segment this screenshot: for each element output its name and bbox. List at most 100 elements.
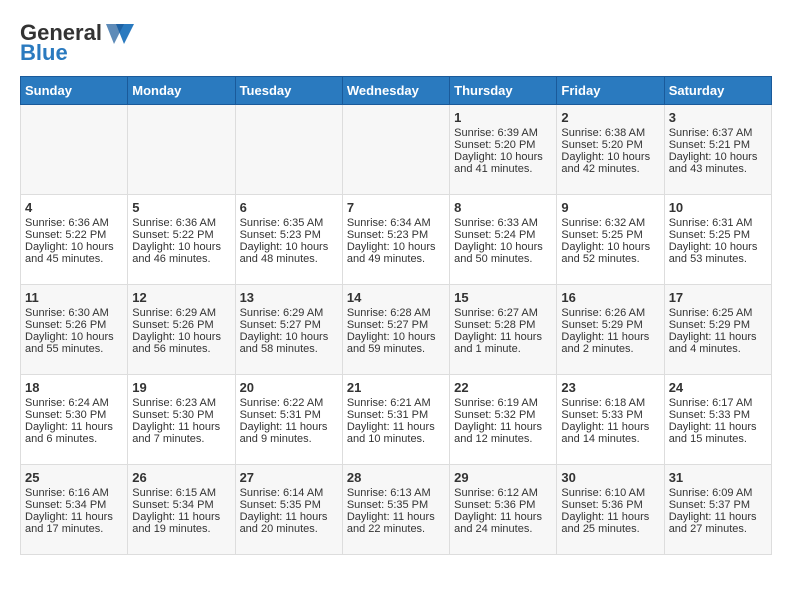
day-number: 31: [669, 470, 767, 485]
day-info: Daylight: 11 hours: [454, 331, 552, 343]
day-info: Sunset: 5:29 PM: [561, 319, 659, 331]
weekday-header-tuesday: Tuesday: [235, 77, 342, 105]
day-info: Sunset: 5:28 PM: [454, 319, 552, 331]
page-header: General Blue: [20, 20, 772, 66]
day-info: and 15 minutes.: [669, 433, 767, 445]
calendar-cell: 30Sunrise: 6:10 AMSunset: 5:36 PMDayligh…: [557, 465, 664, 555]
calendar-cell: 7Sunrise: 6:34 AMSunset: 5:23 PMDaylight…: [342, 195, 449, 285]
logo-blue-text: Blue: [20, 40, 68, 66]
day-info: Sunset: 5:20 PM: [454, 139, 552, 151]
calendar-cell: 18Sunrise: 6:24 AMSunset: 5:30 PMDayligh…: [21, 375, 128, 465]
day-number: 9: [561, 200, 659, 215]
weekday-header-thursday: Thursday: [450, 77, 557, 105]
calendar-cell: 22Sunrise: 6:19 AMSunset: 5:32 PMDayligh…: [450, 375, 557, 465]
day-info: Sunset: 5:33 PM: [669, 409, 767, 421]
day-info: Sunrise: 6:14 AM: [240, 487, 338, 499]
day-number: 12: [132, 290, 230, 305]
day-info: Sunrise: 6:32 AM: [561, 217, 659, 229]
day-info: Sunrise: 6:24 AM: [25, 397, 123, 409]
day-info: Daylight: 11 hours: [669, 421, 767, 433]
day-info: Daylight: 10 hours: [132, 241, 230, 253]
day-info: Sunrise: 6:38 AM: [561, 127, 659, 139]
day-info: Sunset: 5:22 PM: [25, 229, 123, 241]
day-info: Daylight: 10 hours: [240, 331, 338, 343]
day-info: Sunrise: 6:19 AM: [454, 397, 552, 409]
calendar-cell: 15 Sunrise: 6:27 AMSunset: 5:28 PMDayligh…: [450, 285, 557, 375]
day-info: Sunrise: 6:25 AM: [669, 307, 767, 319]
day-number: 23: [561, 380, 659, 395]
calendar-cell: 26Sunrise: 6:15 AMSunset: 5:34 PMDayligh…: [128, 465, 235, 555]
day-info: Sunrise: 6:28 AM: [347, 307, 445, 319]
day-number: 22: [454, 380, 552, 395]
day-info: Sunrise: 6:29 AM: [132, 307, 230, 319]
day-info: Daylight: 11 hours: [25, 421, 123, 433]
weekday-header-wednesday: Wednesday: [342, 77, 449, 105]
day-info: Sunset: 5:27 PM: [347, 319, 445, 331]
day-info: Sunset: 5:25 PM: [561, 229, 659, 241]
day-info: Daylight: 10 hours: [25, 241, 123, 253]
day-info: Sunset: 5:35 PM: [240, 499, 338, 511]
day-info: Sunset: 5:27 PM: [240, 319, 338, 331]
day-info: Sunrise: 6:09 AM: [669, 487, 767, 499]
day-info: and 24 minutes.: [454, 523, 552, 535]
day-info: Sunrise: 6:31 AM: [669, 217, 767, 229]
day-info: Daylight: 11 hours: [669, 511, 767, 523]
calendar-week-2: 4Sunrise: 6:36 AMSunset: 5:22 PMDaylight…: [21, 195, 772, 285]
day-info: Sunrise: 6:34 AM: [347, 217, 445, 229]
day-number: 11: [25, 290, 123, 305]
day-info: Sunset: 5:35 PM: [347, 499, 445, 511]
day-info: Daylight: 10 hours: [454, 151, 552, 163]
day-number: 6: [240, 200, 338, 215]
day-info: and 27 minutes.: [669, 523, 767, 535]
day-info: and 25 minutes.: [561, 523, 659, 535]
day-info: and 9 minutes.: [240, 433, 338, 445]
day-number: 4: [25, 200, 123, 215]
day-info: and 10 minutes.: [347, 433, 445, 445]
day-info: Daylight: 10 hours: [132, 331, 230, 343]
day-info: Daylight: 11 hours: [669, 331, 767, 343]
day-info: and 4 minutes.: [669, 343, 767, 355]
day-info: and 12 minutes.: [454, 433, 552, 445]
day-info: and 17 minutes.: [25, 523, 123, 535]
day-info: and 22 minutes.: [347, 523, 445, 535]
day-info: Sunrise: 6:27 AM: [454, 307, 552, 319]
day-info: Daylight: 11 hours: [240, 511, 338, 523]
day-info: Sunrise: 6:39 AM: [454, 127, 552, 139]
calendar-cell: 6Sunrise: 6:35 AMSunset: 5:23 PMDaylight…: [235, 195, 342, 285]
day-info: and 48 minutes.: [240, 253, 338, 265]
day-info: Sunset: 5:33 PM: [561, 409, 659, 421]
calendar-cell: 24Sunrise: 6:17 AMSunset: 5:33 PMDayligh…: [664, 375, 771, 465]
calendar-cell: [235, 105, 342, 195]
day-info: Sunrise: 6:37 AM: [669, 127, 767, 139]
day-number: 21: [347, 380, 445, 395]
day-info: Sunset: 5:26 PM: [25, 319, 123, 331]
calendar-cell: 8Sunrise: 6:33 AMSunset: 5:24 PMDaylight…: [450, 195, 557, 285]
calendar-cell: 25Sunrise: 6:16 AMSunset: 5:34 PMDayligh…: [21, 465, 128, 555]
calendar-cell: 10Sunrise: 6:31 AMSunset: 5:25 PMDayligh…: [664, 195, 771, 285]
day-info: and 1 minute.: [454, 343, 552, 355]
day-info: Sunrise: 6:22 AM: [240, 397, 338, 409]
day-info: and 58 minutes.: [240, 343, 338, 355]
day-info: Sunset: 5:29 PM: [669, 319, 767, 331]
calendar-cell: 31Sunrise: 6:09 AMSunset: 5:37 PMDayligh…: [664, 465, 771, 555]
day-info: Sunset: 5:34 PM: [25, 499, 123, 511]
calendar-week-4: 18Sunrise: 6:24 AMSunset: 5:30 PMDayligh…: [21, 375, 772, 465]
day-info: and 7 minutes.: [132, 433, 230, 445]
day-info: Sunset: 5:30 PM: [25, 409, 123, 421]
day-number: 3: [669, 110, 767, 125]
calendar-cell: 14Sunrise: 6:28 AMSunset: 5:27 PMDayligh…: [342, 285, 449, 375]
day-info: Sunrise: 6:26 AM: [561, 307, 659, 319]
day-info: and 14 minutes.: [561, 433, 659, 445]
day-info: Sunset: 5:21 PM: [669, 139, 767, 151]
day-info: Daylight: 11 hours: [132, 511, 230, 523]
day-number: 29: [454, 470, 552, 485]
day-info: Daylight: 10 hours: [561, 241, 659, 253]
day-number: 15: [454, 290, 552, 305]
day-info: and 20 minutes.: [240, 523, 338, 535]
calendar-cell: 9 Sunrise: 6:32 AMSunset: 5:25 PMDaylight…: [557, 195, 664, 285]
day-number: 26: [132, 470, 230, 485]
calendar-cell: 20Sunrise: 6:22 AMSunset: 5:31 PMDayligh…: [235, 375, 342, 465]
day-info: Sunset: 5:24 PM: [454, 229, 552, 241]
day-info: and 55 minutes.: [25, 343, 123, 355]
calendar-cell: 17Sunrise: 6:25 AMSunset: 5:29 PMDayligh…: [664, 285, 771, 375]
